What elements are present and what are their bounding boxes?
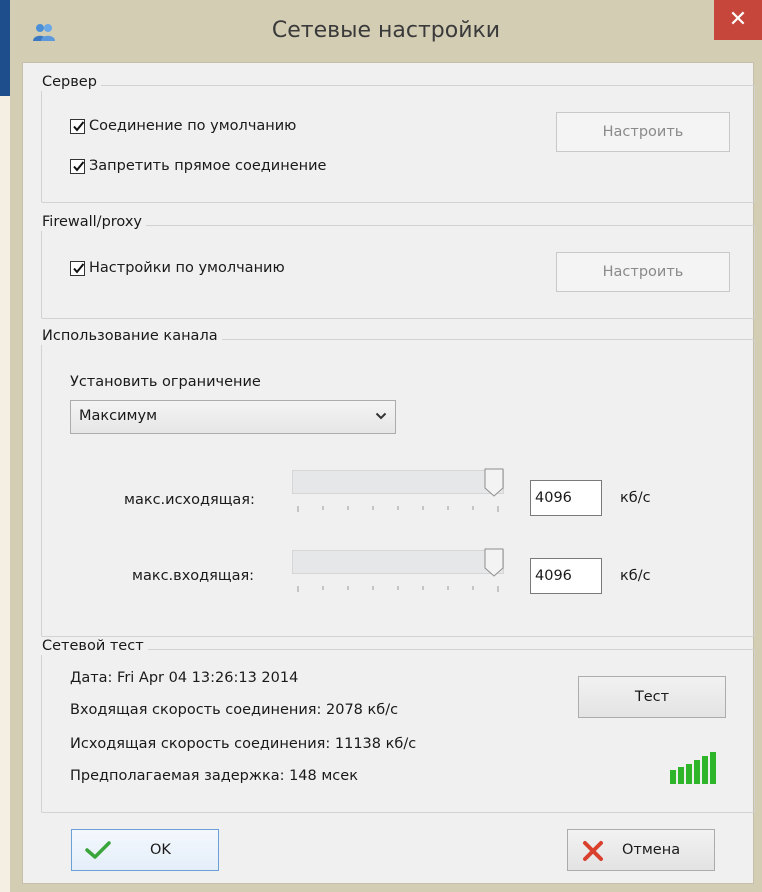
max-outgoing-slider-track[interactable] [292,470,504,494]
incoming-speed: Входящая скорость соединения: 2078 кб/с [70,702,399,718]
dialog-client-area: Сервер Соединение по умолчанию Запретить… [22,62,755,884]
max-incoming-ticks [297,586,499,592]
checkbox-box[interactable] [70,158,85,174]
checkmark-icon [73,262,85,274]
max-incoming-label: макс.входящая: [132,568,255,584]
max-outgoing-unit: кб/с [620,490,651,506]
ok-button-label: OK [150,842,171,858]
firewall-group-title: Firewall/proxy [40,213,146,231]
close-button[interactable]: ✕ [714,0,762,40]
max-incoming-unit: кб/с [620,568,651,584]
limit-select-value: Максимум [79,408,158,424]
checkmark-icon [85,841,111,859]
channel-usage-group: Использование канала Установить ограниче… [40,327,755,637]
cancel-button[interactable]: Отмена [567,829,715,871]
test-button[interactable]: Тест [578,676,726,718]
server-group-title: Сервер [40,73,101,91]
max-incoming-slider-track[interactable] [292,550,504,574]
network-test-group-title: Сетевой тест [40,637,148,655]
signal-strength-icon [670,752,716,784]
max-outgoing-slider-thumb[interactable] [484,468,504,498]
default-connection-checkbox[interactable]: Соединение по умолчанию [70,118,296,134]
channel-group-title: Использование канала [40,327,222,345]
default-proxy-settings-checkbox[interactable]: Настройки по умолчанию [70,260,285,276]
ok-button[interactable]: OK [71,829,219,871]
server-group: Сервер Соединение по умолчанию Запретить… [40,73,755,203]
default-connection-label: Соединение по умолчанию [89,118,297,134]
close-icon: ✕ [728,7,748,32]
estimated-latency: Предполагаемая задержка: 148 мсек [70,768,358,784]
max-incoming-input[interactable]: 4096 [530,558,602,594]
server-configure-button[interactable]: Настроить [556,112,730,152]
max-outgoing-label: макс.исходящая: [124,492,255,508]
checkbox-box[interactable] [70,118,85,134]
max-outgoing-ticks [297,506,499,512]
checkmark-icon [73,120,85,132]
firewall-proxy-group: Firewall/proxy Настройки по умолчанию На… [40,213,755,319]
close-icon [583,841,603,861]
default-proxy-settings-label: Настройки по умолчанию [89,260,285,276]
max-incoming-slider-thumb[interactable] [484,548,504,578]
max-outgoing-input[interactable]: 4096 [530,480,602,516]
outgoing-speed: Исходящая скорость соединения: 11138 кб/… [70,736,417,752]
limit-label: Установить ограничение [70,374,261,390]
checkmark-icon [73,160,85,172]
chevron-down-icon [375,412,387,420]
title-bar[interactable]: Сетевые настройки ✕ [10,0,762,62]
network-settings-dialog: Сетевые настройки ✕ Сервер Соединение по… [10,0,762,892]
test-date: Дата: Fri Apr 04 13:26:13 2014 [70,670,299,686]
forbid-direct-connection-checkbox[interactable]: Запретить прямое соединение [70,158,326,174]
firewall-configure-button[interactable]: Настроить [556,252,730,292]
limit-select[interactable]: Максимум [70,400,396,434]
cancel-button-label: Отмена [622,842,681,858]
checkbox-box[interactable] [70,260,85,276]
network-test-group: Сетевой тест Дата: Fri Apr 04 13:26:13 2… [40,637,755,813]
window-title: Сетевые настройки [271,18,501,43]
forbid-direct-connection-label: Запретить прямое соединение [89,158,327,174]
